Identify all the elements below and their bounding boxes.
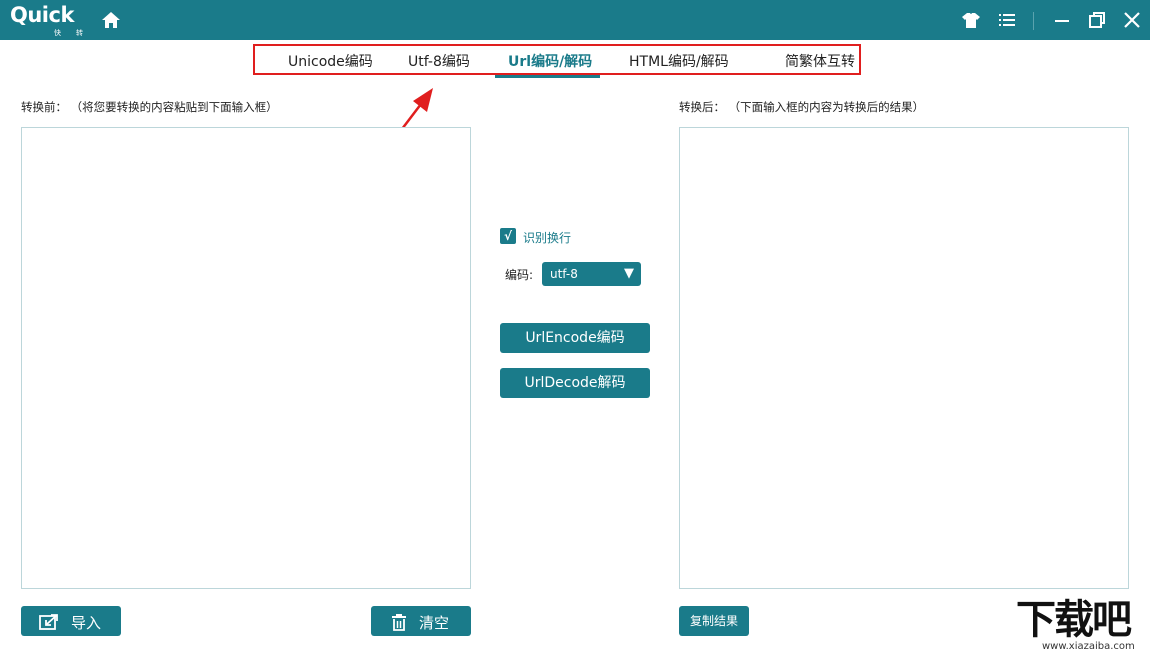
result-output[interactable] xyxy=(679,127,1129,589)
titlebar-separator xyxy=(1033,12,1034,30)
clear-button[interactable]: 清空 xyxy=(371,606,471,636)
import-button[interactable]: 导入 xyxy=(21,606,121,636)
recognize-newline-label: 识别换行 xyxy=(523,231,572,245)
annotation-highlight-box xyxy=(253,44,861,75)
restore-icon[interactable] xyxy=(1087,10,1107,30)
url-encode-button[interactable]: UrlEncode编码 xyxy=(500,323,650,353)
output-label: 转换后： （下面输入框的内容为转换后的结果） xyxy=(679,100,925,114)
active-tab-indicator xyxy=(495,75,600,78)
import-icon xyxy=(39,614,58,630)
title-bar: Quick 快转 xyxy=(0,0,1150,40)
copy-result-button[interactable]: 复制结果 xyxy=(679,606,749,636)
encoding-label: 编码: xyxy=(505,268,534,282)
dropdown-arrow-icon: ▼ xyxy=(624,266,634,281)
watermark-logo: 下载吧 www.xiazaiba.com xyxy=(1012,598,1150,654)
minimize-icon[interactable] xyxy=(1052,10,1072,30)
input-label: 转换前： （将您要转换的内容粘贴到下面输入框） xyxy=(21,100,278,114)
source-input[interactable] xyxy=(21,127,471,589)
recognize-newline-checkbox[interactable]: √ xyxy=(500,228,516,244)
close-icon[interactable] xyxy=(1122,10,1142,30)
encoding-select[interactable]: utf-8 ▼ xyxy=(542,262,641,286)
url-decode-button[interactable]: UrlDecode解码 xyxy=(500,368,650,398)
menu-icon[interactable] xyxy=(997,10,1017,30)
home-icon[interactable] xyxy=(100,10,122,30)
trash-icon xyxy=(392,614,406,631)
skin-shirt-icon[interactable] xyxy=(961,10,981,30)
